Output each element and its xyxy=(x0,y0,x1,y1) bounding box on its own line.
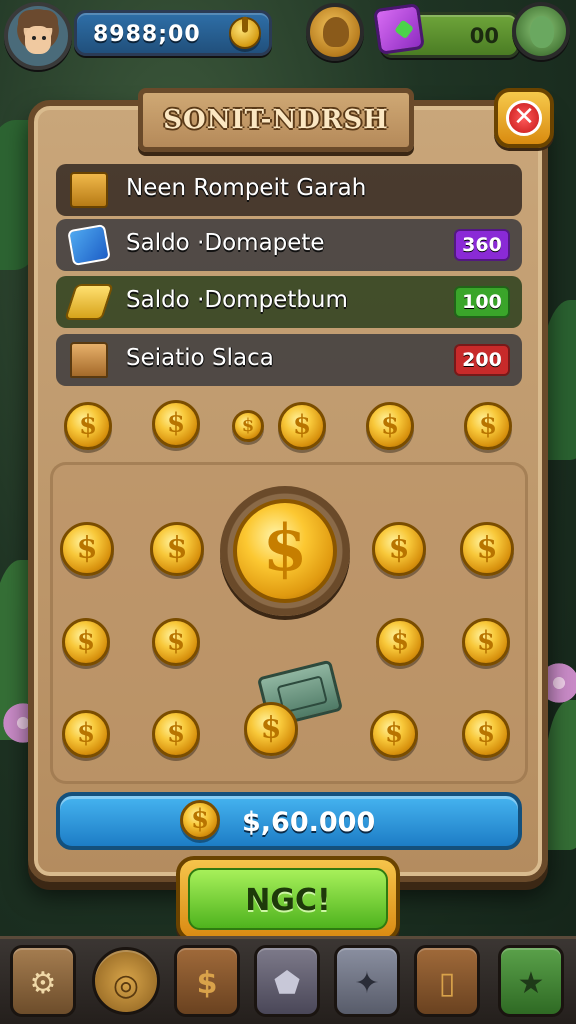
coin-icon: ◎ xyxy=(112,968,140,1003)
row-label: Saldo ·Dompetbum xyxy=(126,287,348,313)
collect-button-face: NGC! xyxy=(188,868,388,930)
gold-coin-icon xyxy=(464,402,512,450)
total-value: $,60.000 xyxy=(242,807,376,838)
big-dollar-coin-icon[interactable] xyxy=(233,499,337,603)
star-icon: ✦ xyxy=(354,966,380,1001)
close-button[interactable]: ✕ xyxy=(494,88,554,148)
gold-bar-icon xyxy=(64,284,114,320)
gold-coin-icon xyxy=(229,17,261,49)
value-badge: 360 xyxy=(454,229,510,261)
value-badge: 200 xyxy=(454,344,510,376)
total-balance-bar: $,60.000 xyxy=(56,792,522,850)
dollar-icon: $ xyxy=(196,966,218,1001)
list-item[interactable]: Saldo ·Dompetbum 100 xyxy=(56,276,522,328)
gem-value: 00 xyxy=(469,24,499,48)
gold-coin-icon xyxy=(64,402,112,450)
crate-icon xyxy=(70,172,108,208)
jungle-leaf xyxy=(545,700,576,850)
collect-button-label: NGC! xyxy=(245,883,331,918)
gold-coin-icon xyxy=(152,618,200,666)
gold-coin-icon xyxy=(462,710,510,758)
gold-coin-icon xyxy=(372,522,426,576)
row-label: Neen Rompeit Garah xyxy=(126,175,367,201)
alien-avatar-button[interactable] xyxy=(512,2,570,60)
gold-coin-icon xyxy=(60,522,114,576)
gold-coin-icon xyxy=(180,800,220,840)
player-avatar[interactable] xyxy=(4,2,72,70)
door-icon: ▯ xyxy=(438,966,456,1001)
list-item[interactable]: Seiatio Slaca 200 xyxy=(56,334,522,386)
gold-coin-icon xyxy=(244,702,298,756)
gold-coin-icon xyxy=(150,522,204,576)
nav-coin-button[interactable]: ◎ xyxy=(92,947,160,1015)
gold-coin-icon xyxy=(62,618,110,666)
shield-icon: ⬟ xyxy=(273,966,301,1001)
value-badge: 100 xyxy=(454,286,510,318)
gold-coin-icon xyxy=(152,710,200,758)
row-label: Seiatio Slaca xyxy=(126,345,274,371)
gold-coin-icon xyxy=(370,710,418,758)
currency-balance[interactable]: 8988;00 xyxy=(74,10,272,56)
nav-shield-button[interactable]: ⬟ xyxy=(254,945,320,1017)
nav-chest-button[interactable]: ⚙ xyxy=(10,945,76,1017)
nav-dollar-button[interactable]: $ xyxy=(174,945,240,1017)
gem-box-icon xyxy=(373,3,425,55)
gold-coin-icon xyxy=(462,618,510,666)
close-icon: ✕ xyxy=(506,100,542,136)
card-icon xyxy=(67,223,111,267)
gold-coin-icon xyxy=(232,410,264,442)
gold-coin-icon xyxy=(278,402,326,450)
list-item[interactable]: Saldo ·Domapete 360 xyxy=(56,219,522,271)
panel-title: SONIT-NDRSH xyxy=(163,105,389,135)
chest-icon xyxy=(70,342,108,378)
gold-coin-icon xyxy=(376,618,424,666)
gold-coin-icon xyxy=(460,522,514,576)
gold-coin-icon xyxy=(152,400,200,448)
character-button[interactable] xyxy=(306,3,364,61)
chest-icon: ⚙ xyxy=(29,966,57,1001)
nav-star-button[interactable]: ✦ xyxy=(334,945,400,1017)
nav-star-badge-button[interactable]: ★ xyxy=(498,945,564,1017)
gold-coin-icon xyxy=(62,710,110,758)
star-badge-icon: ★ xyxy=(517,966,545,1001)
bottom-nav: ⚙ ◎ $ ⬟ ✦ ▯ ★ xyxy=(0,936,576,1024)
collect-button[interactable]: NGC! xyxy=(176,856,400,942)
nav-door-button[interactable]: ▯ xyxy=(414,945,480,1017)
top-hud: 8988;00 00 xyxy=(0,0,576,70)
list-item[interactable]: Neen Rompeit Garah xyxy=(56,164,522,216)
row-label: Saldo ·Domapete xyxy=(126,230,325,256)
gold-coin-icon xyxy=(366,402,414,450)
currency-value: 8988;00 xyxy=(93,22,201,47)
panel-title-plaque: SONIT-NDRSH xyxy=(138,88,414,152)
